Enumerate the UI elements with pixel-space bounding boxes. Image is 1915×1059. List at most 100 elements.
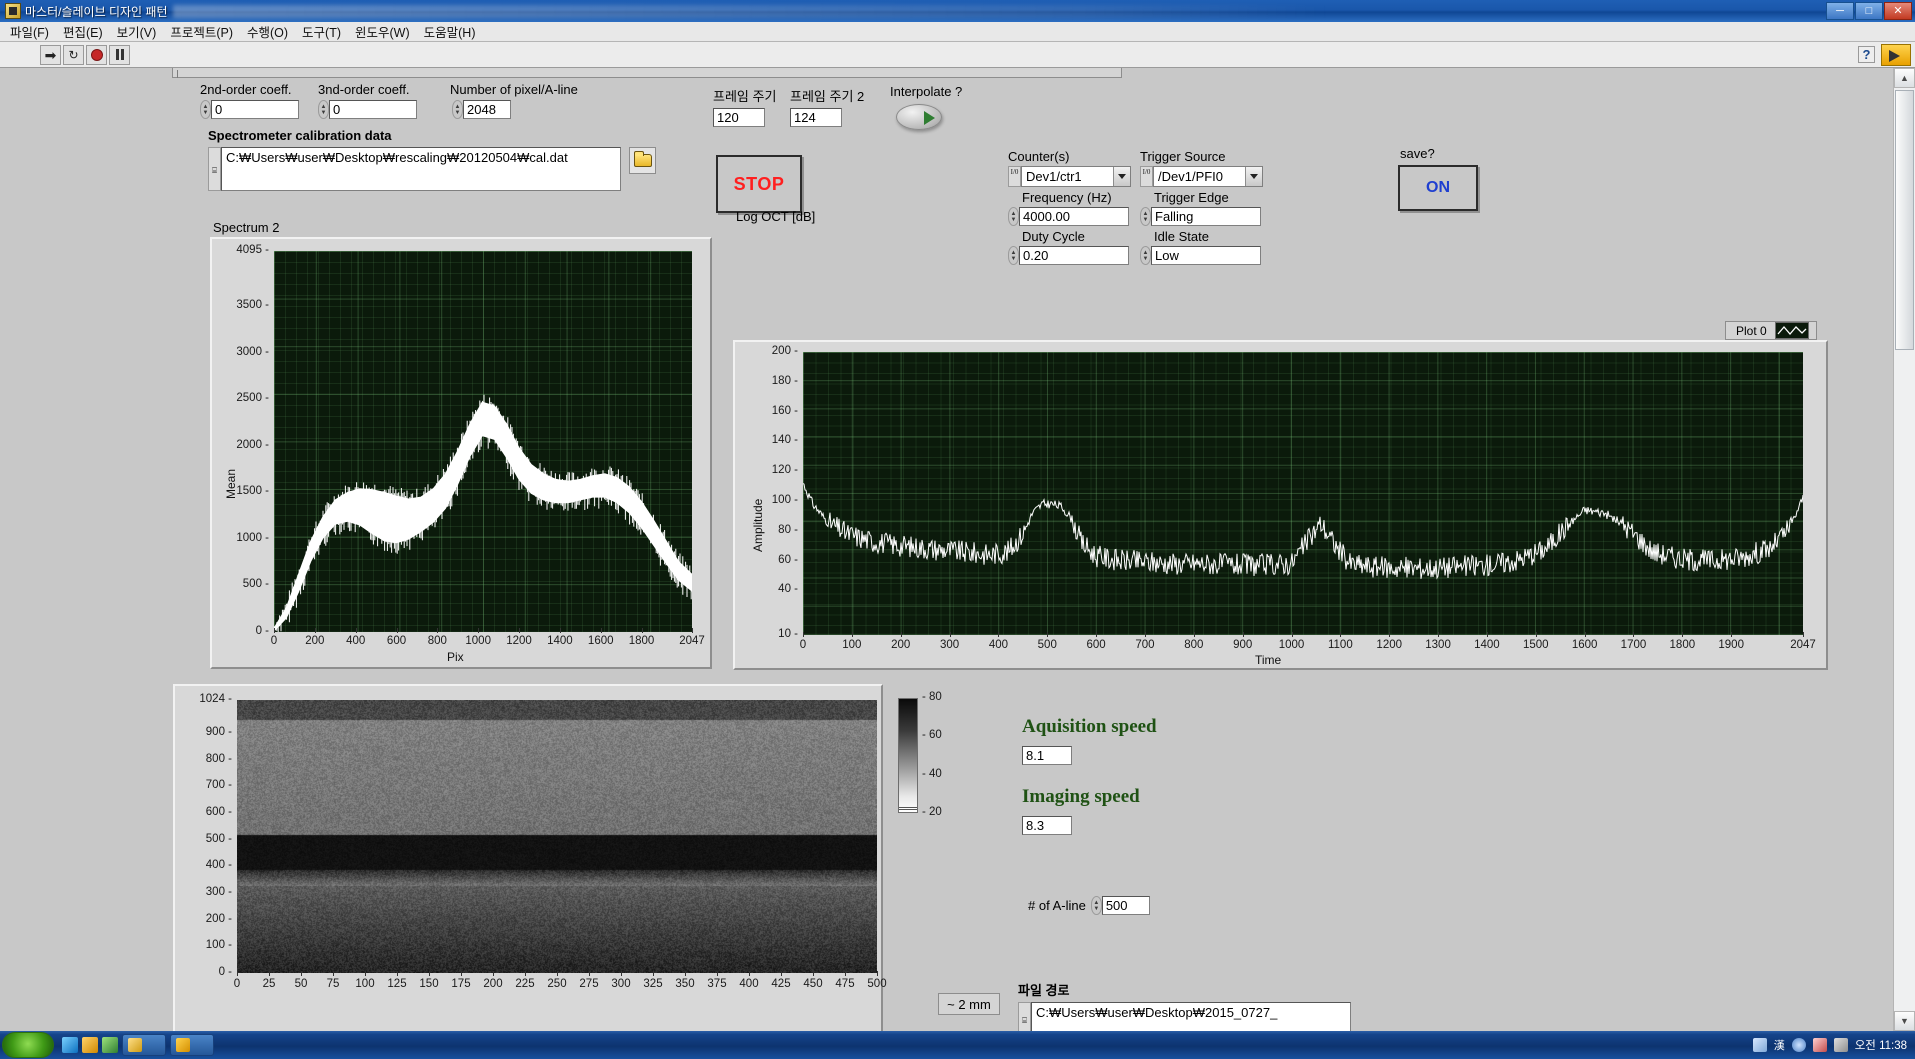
- g1xticks-tick: 0: [270, 635, 278, 647]
- taskbar-item-explorer[interactable]: [122, 1034, 166, 1056]
- g3xticks-tick: 300: [611, 978, 631, 990]
- spectrum2-plot-area[interactable]: [274, 251, 692, 632]
- shield-icon[interactable]: [1812, 1038, 1827, 1052]
- g1xticks-mark: [559, 628, 561, 633]
- g2yticks-tick: 120 -: [771, 464, 798, 477]
- close-button[interactable]: ✕: [1884, 2, 1912, 20]
- chevron-down-icon[interactable]: [1245, 167, 1262, 186]
- pixel-per-aline-input[interactable]: 2048: [463, 100, 511, 119]
- bscan-image[interactable]: [237, 700, 877, 973]
- second-order-coeff-group: 2nd-order coeff. ▲ ▼ 0: [200, 82, 299, 119]
- idle-state-stepper[interactable]: ▲ ▼: [1140, 246, 1151, 265]
- log-oct-plot-area[interactable]: [803, 352, 1803, 635]
- menu-view[interactable]: 보기(V): [110, 20, 164, 43]
- menu-edit[interactable]: 편집(E): [56, 20, 110, 43]
- trigger-source-select[interactable]: /Dev1/PFI0: [1153, 166, 1263, 187]
- browse-folder-icon[interactable]: [629, 147, 656, 174]
- explorer-icon[interactable]: [62, 1037, 78, 1053]
- third-order-coeff-stepper[interactable]: ▲ ▼: [318, 100, 329, 119]
- duty-cycle-input[interactable]: 0.20: [1019, 246, 1129, 265]
- duty-cycle-stepper[interactable]: ▲ ▼: [1008, 246, 1019, 265]
- taskbar-clock[interactable]: 오전 11:38: [1855, 1037, 1907, 1053]
- third-order-coeff-input[interactable]: 0: [329, 100, 417, 119]
- frame-period-2-input[interactable]: 124: [790, 108, 842, 127]
- bscan-colorbar[interactable]: [898, 698, 918, 813]
- g3xticks-mark: [845, 971, 846, 976]
- taskbar-item-labview[interactable]: [170, 1034, 214, 1056]
- second-order-coeff-input[interactable]: 0: [211, 100, 299, 119]
- frame-period-input[interactable]: 120: [713, 108, 765, 127]
- g2xticks-mark: [1193, 632, 1195, 637]
- abort-icon[interactable]: [86, 44, 107, 65]
- g2yticks-tick: 160 -: [771, 404, 798, 417]
- chevron-down-icon[interactable]: [1113, 167, 1130, 186]
- g3xticks-tick: 125: [387, 978, 407, 990]
- volume-icon[interactable]: [1791, 1038, 1806, 1052]
- log-oct-legend[interactable]: Plot 0: [1725, 321, 1817, 340]
- minimize-button[interactable]: ─: [1826, 2, 1854, 20]
- aline-count-input[interactable]: 500: [1101, 896, 1150, 915]
- context-help-icon[interactable]: ?: [1858, 46, 1875, 63]
- menu-window[interactable]: 윈도우(W): [348, 20, 417, 43]
- trigger-edge-stepper[interactable]: ▲ ▼: [1140, 207, 1151, 226]
- scroll-up-icon[interactable]: ▲: [1894, 68, 1915, 88]
- colorbar-tick: - 40: [922, 767, 942, 780]
- trigger-edge-input[interactable]: Falling: [1151, 207, 1261, 226]
- g3xticks-tick: 500: [867, 978, 887, 990]
- language-icon[interactable]: 漢: [1774, 1037, 1785, 1053]
- menu-tools[interactable]: 도구(T): [295, 20, 348, 43]
- pixel-per-aline-label: Number of pixel/A-line: [450, 82, 578, 97]
- maximize-button[interactable]: □: [1855, 2, 1883, 20]
- frequency-input[interactable]: 4000.00: [1019, 207, 1129, 226]
- menu-help[interactable]: 도움말(H): [417, 20, 483, 43]
- folder-icon[interactable]: [82, 1037, 98, 1053]
- colorbar-cursor[interactable]: [899, 807, 917, 810]
- g3xticks-tick: 400: [739, 978, 759, 990]
- g3yticks-tick: 400 -: [205, 859, 232, 872]
- frame-period-group: 프레임 주기 120: [713, 86, 776, 127]
- vi-toolbar: ➡ ↻ ?: [0, 42, 1915, 68]
- scrollbar-thumb[interactable]: [1895, 90, 1914, 350]
- bscan-graph[interactable]: 0 - 100 - 200 - 300 - 400 - 500 - 600 - 700 - 80…: [173, 684, 887, 1031]
- g3xticks-mark: [685, 971, 686, 976]
- idle-state-input[interactable]: Low: [1151, 246, 1261, 265]
- frequency-stepper[interactable]: ▲ ▼: [1008, 207, 1019, 226]
- tray-extra-icon[interactable]: [1833, 1038, 1848, 1052]
- second-order-coeff-label: 2nd-order coeff.: [200, 82, 292, 97]
- plot-style-swatch[interactable]: [1774, 322, 1809, 339]
- pause-icon[interactable]: [109, 44, 130, 65]
- file-path-input[interactable]: C:₩Users₩user₩Desktop₩2015_0727_: [1031, 1002, 1351, 1031]
- scroll-down-icon[interactable]: ▼: [1894, 1011, 1915, 1031]
- g1xticks-mark: [519, 628, 521, 633]
- log-oct-graph[interactable]: Amplitude Time 10 -40 -60 -80 -100 -120 …: [733, 340, 1828, 670]
- menu-file[interactable]: 파일(F): [3, 20, 56, 43]
- panel-vertical-scrollbar[interactable]: ▲ ▼: [1893, 68, 1915, 1031]
- start-button[interactable]: [2, 1032, 54, 1058]
- interpolate-toggle[interactable]: [896, 104, 942, 130]
- save-toggle-button[interactable]: ON: [1398, 165, 1478, 211]
- media-icon[interactable]: [102, 1037, 118, 1053]
- g3xticks-mark: [301, 971, 302, 976]
- calibration-path-input[interactable]: C:₩Users₩user₩Desktop₩rescaling₩20120504…: [221, 147, 621, 191]
- menu-project[interactable]: 프로젝트(P): [163, 20, 240, 43]
- g3yticks-tick: 100 -: [205, 939, 232, 952]
- pixel-per-aline-stepper[interactable]: ▲ ▼: [452, 100, 463, 119]
- spectrum2-graph[interactable]: Mean Pix 0 -500 -1000 -1500 -2000 -2500 …: [210, 237, 712, 669]
- imaging-speed-label: Imaging speed: [1022, 786, 1140, 807]
- quick-launch: [62, 1037, 118, 1053]
- g1yticks-tick: 1500 -: [236, 485, 269, 498]
- vi-front-panel: 2nd-order coeff. ▲ ▼ 0 3nd-order coeff. ▲…: [0, 68, 1893, 1031]
- run-continuous-icon[interactable]: ↻: [63, 44, 84, 65]
- counters-select[interactable]: Dev1/ctr1: [1021, 166, 1131, 187]
- spectrum2-x-axis-label: Pix: [447, 650, 464, 664]
- network-icon[interactable]: [1752, 1038, 1767, 1052]
- frequency-label: Frequency (Hz): [1022, 190, 1112, 205]
- g3xticks-mark: [653, 971, 654, 976]
- stop-button[interactable]: STOP: [716, 155, 802, 213]
- second-order-coeff-stepper[interactable]: ▲ ▼: [200, 100, 211, 119]
- g1yticks-tick: 500 -: [242, 578, 269, 591]
- menu-operate[interactable]: 수행(O): [240, 20, 295, 43]
- aline-count-stepper[interactable]: ▲ ▼: [1090, 896, 1102, 915]
- run-arrow-icon[interactable]: ➡: [40, 44, 61, 65]
- g3xticks-tick: 475: [835, 978, 855, 990]
